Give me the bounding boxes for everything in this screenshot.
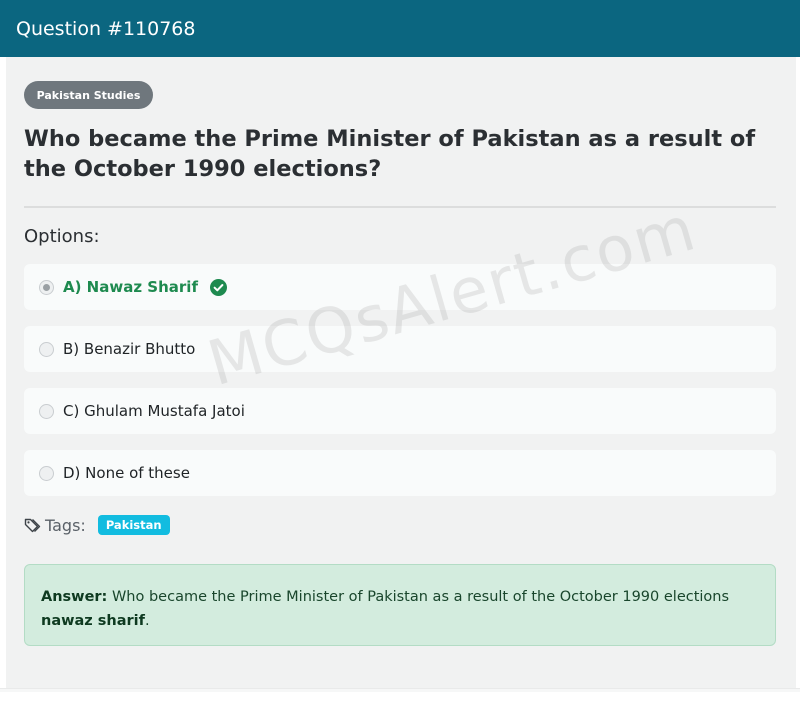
card-footer [0, 688, 800, 692]
option-a-radio[interactable] [39, 279, 54, 295]
tags-row: Tags: Pakistan [24, 515, 170, 535]
divider [24, 206, 776, 208]
tag-icon [24, 517, 41, 534]
answer-text: Who became the Prime Minister of Pakista… [107, 589, 730, 605]
answer-box: Answer: Who became the Prime Minister of… [24, 564, 776, 646]
option-c[interactable]: C) Ghulam Mustafa Jatoi [24, 388, 776, 434]
option-b[interactable]: B) Benazir Bhutto [24, 326, 776, 372]
option-c-radio[interactable] [39, 403, 54, 419]
option-a[interactable]: A) Nawaz Sharif [24, 264, 776, 310]
question-header: Question #110768 [0, 0, 800, 57]
answer-prefix: Answer: [41, 589, 108, 605]
option-c-label: C) Ghulam Mustafa Jatoi [63, 402, 245, 420]
option-a-label: A) Nawaz Sharif [63, 278, 198, 296]
answer-value: nawaz sharif [41, 613, 145, 629]
check-circle-icon [209, 278, 227, 296]
answer-suffix: . [144, 613, 150, 629]
options-heading: Options: [24, 226, 100, 247]
tag-chip-pakistan[interactable]: Pakistan [97, 515, 170, 535]
tags-label: Tags: [45, 515, 86, 535]
option-d-label: D) None of these [63, 464, 190, 482]
question-text: Who became the Prime Minister of Pakista… [24, 126, 756, 182]
option-d-radio[interactable] [39, 465, 54, 481]
option-b-radio[interactable] [39, 341, 54, 357]
option-d[interactable]: D) None of these [24, 450, 776, 496]
question-number: Question #110768 [16, 17, 196, 40]
option-b-label: B) Benazir Bhutto [63, 340, 196, 358]
category-badge[interactable]: Pakistan Studies [24, 81, 153, 109]
